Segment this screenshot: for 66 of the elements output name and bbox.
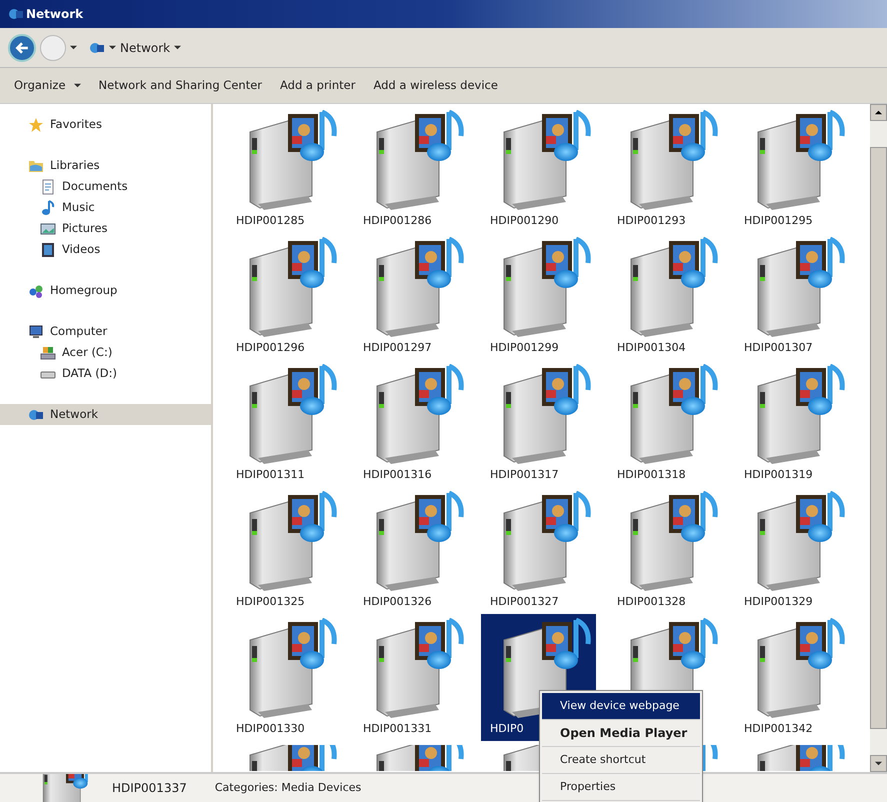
- scroll-up-button[interactable]: [870, 104, 887, 121]
- device-label: HDIP001299: [490, 340, 559, 356]
- device-label: HDIP001327: [490, 594, 559, 610]
- film-icon: [40, 242, 56, 258]
- command-button[interactable]: Add a printer: [280, 76, 356, 94]
- navigation-item[interactable]: Homegroup: [0, 280, 211, 301]
- device-label: HDIP001304: [617, 340, 686, 356]
- device-label: HDIP001316: [363, 467, 432, 483]
- navigation-item[interactable]: Music: [0, 197, 211, 218]
- context-menu-item[interactable]: View device webpage: [542, 693, 700, 720]
- device-label: HDIP001311: [236, 467, 305, 483]
- homegroup-icon: [28, 282, 44, 298]
- device-label: HDIP001330: [236, 721, 305, 737]
- navigation-item[interactable]: Videos: [0, 239, 211, 260]
- status-device-name: HDIP001337: [112, 780, 187, 797]
- status-categories: Categories: Media Devices: [214, 780, 362, 796]
- device-label: HDIP001317: [490, 467, 559, 483]
- navigation-item[interactable]: Documents: [0, 176, 211, 197]
- device-label: HDIP001290: [490, 213, 559, 229]
- device-label: HDIP001329: [744, 594, 813, 610]
- computer-icon: [28, 324, 44, 340]
- caret-icon: [74, 82, 81, 89]
- navigation-item[interactable]: Acer (C:): [0, 342, 211, 363]
- caret-icon: [109, 44, 116, 51]
- navigation-item[interactable]: Network: [0, 404, 211, 425]
- context-menu-item[interactable]: Create shortcut: [542, 747, 700, 774]
- device-label: HDIP001286: [363, 213, 432, 229]
- music-note-icon: [40, 200, 56, 216]
- navigation-item[interactable]: Libraries: [0, 155, 211, 176]
- device-label: HDIP001319: [744, 467, 813, 483]
- device-label: HDIP001318: [617, 467, 686, 483]
- caret-icon: [875, 760, 882, 767]
- device-label: HDIP0: [490, 721, 524, 737]
- up-arrow-icon: [875, 109, 882, 116]
- star-icon: [28, 116, 44, 132]
- device-label: HDIP001342: [744, 721, 813, 737]
- command-button[interactable]: Add a wireless device: [373, 76, 498, 94]
- context-menu-item[interactable]: Properties: [542, 774, 700, 801]
- window-title: Network: [26, 6, 84, 23]
- network-icon: [8, 6, 24, 22]
- picture-icon: [40, 220, 56, 236]
- device-label: HDIP001295: [744, 213, 813, 229]
- device-label: HDIP001328: [617, 594, 686, 610]
- device-label: HDIP001285: [236, 213, 305, 229]
- device-label: HDIP001331: [363, 721, 432, 737]
- command-button[interactable]: Organize: [14, 76, 81, 94]
- scroll-down-button[interactable]: [870, 755, 887, 772]
- device-label: HDIP001297: [363, 340, 432, 356]
- device-label: HDIP001293: [617, 213, 686, 229]
- device-label: HDIP001296: [236, 340, 305, 356]
- document-icon: [40, 178, 56, 194]
- device-label: HDIP001326: [363, 594, 432, 610]
- command-button[interactable]: Network and Sharing Center: [98, 76, 262, 94]
- navigation-item[interactable]: Computer: [0, 321, 211, 342]
- caret-icon: [70, 44, 77, 51]
- context-menu-item[interactable]: Open Media Player: [542, 720, 700, 747]
- device-label: HDIP001307: [744, 340, 813, 356]
- caret-icon: [174, 44, 182, 51]
- address-path[interactable]: Network: [120, 38, 170, 56]
- back-button[interactable]: [8, 34, 36, 62]
- device-label: HDIP001325: [236, 594, 305, 610]
- back-arrow-icon: [15, 40, 29, 54]
- navigation-item[interactable]: Favorites: [0, 114, 211, 135]
- navigation-item[interactable]: Pictures: [0, 218, 211, 239]
- navigation-item[interactable]: DATA (D:): [0, 363, 211, 384]
- drive-icon: [40, 344, 56, 360]
